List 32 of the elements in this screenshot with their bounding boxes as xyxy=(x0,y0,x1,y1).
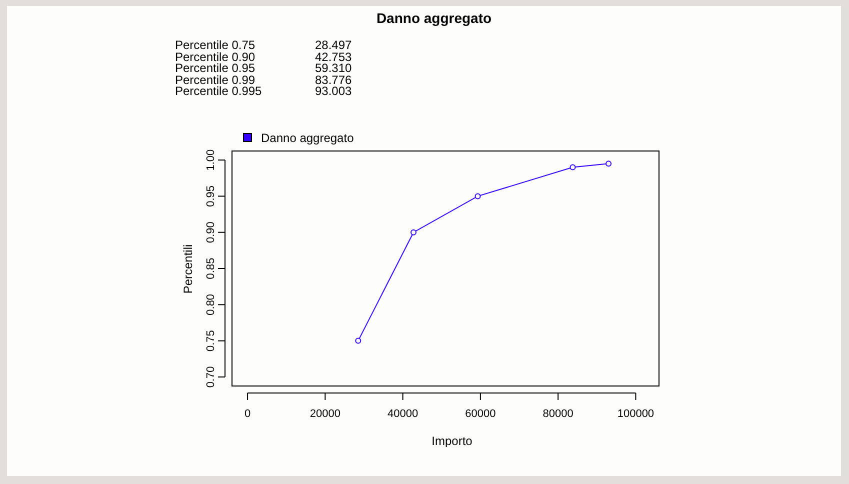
data-point xyxy=(410,228,416,235)
percentile-label: Percentile 0.90 xyxy=(175,52,256,63)
percentile-value: 59.310 xyxy=(315,63,352,74)
x-tick-label: 0 xyxy=(244,408,251,420)
x-tick-label: 60000 xyxy=(465,408,496,420)
y-axis-title: Percentili xyxy=(181,244,195,294)
x-tick-label: 20000 xyxy=(310,408,340,420)
x-tick-label: 100000 xyxy=(617,408,654,420)
percentile-value: 28.497 xyxy=(315,40,352,52)
y-tick-label: 1.00 xyxy=(205,148,217,170)
percentile-label: Percentile 0.95 xyxy=(175,63,256,74)
x-tick-label: 40000 xyxy=(388,408,418,420)
x-tick-label: 80000 xyxy=(542,408,574,420)
percentile-label: Percentile 0.75 xyxy=(175,40,256,52)
legend-label: Danno aggregato xyxy=(261,130,354,144)
page-title: Danno aggregato xyxy=(376,10,492,27)
percentile-value: 93.003 xyxy=(315,86,352,98)
y-tick-label: 0.95 xyxy=(205,184,217,206)
data-point xyxy=(606,160,612,166)
data-point xyxy=(570,164,576,170)
legend-swatch xyxy=(243,132,252,142)
y-tick-label: 0.80 xyxy=(205,293,217,315)
y-tick-label: 0.70 xyxy=(205,366,217,388)
percentile-value: 42.753 xyxy=(315,52,352,63)
y-tick-label: 0.90 xyxy=(205,221,217,243)
percentile-label: Percentile 0.99 xyxy=(175,74,256,86)
y-tick-label: 0.85 xyxy=(205,257,217,279)
y-tick-label: 0.75 xyxy=(205,330,217,352)
data-point xyxy=(355,337,362,344)
percentile-label: Percentile 0.995 xyxy=(175,86,263,98)
percentile-value: 83.776 xyxy=(315,74,352,86)
data-point xyxy=(474,192,481,199)
